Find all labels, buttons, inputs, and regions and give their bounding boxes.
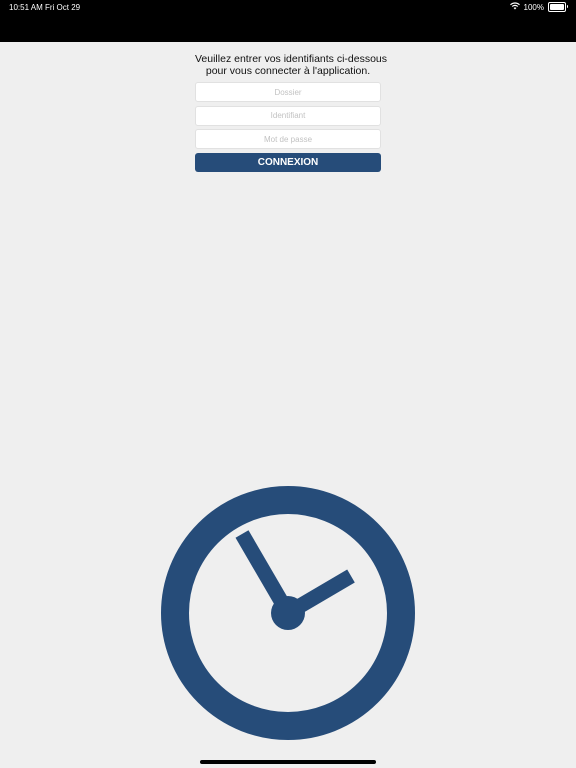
instructions-line-1: Veuillez entrer vos identifiants ci-dess… (195, 53, 388, 65)
battery-percent: 100% (523, 2, 544, 12)
login-button[interactable]: CONNEXION (195, 152, 381, 172)
identifiant-field[interactable] (195, 105, 381, 126)
login-form: Veuillez entrer vos identifiants ci-dess… (195, 53, 387, 172)
status-indicators: 100% (509, 2, 568, 12)
wifi-icon (509, 2, 520, 12)
battery-level (550, 4, 564, 10)
clock-icon (158, 483, 418, 743)
login-instructions: Veuillez entrer vos identifiants ci-dess… (195, 53, 387, 77)
status-time: 10:51 AM (9, 3, 43, 12)
dossier-field[interactable] (195, 82, 381, 102)
status-bar: 10:51 AM Fri Oct 29 100% (0, 0, 576, 42)
instructions-line-2: pour vous connecter à l'application. (205, 65, 371, 77)
status-date: Fri Oct 29 (45, 3, 81, 12)
battery-icon (548, 2, 568, 12)
password-field[interactable] (195, 129, 381, 149)
home-indicator[interactable] (200, 760, 376, 764)
